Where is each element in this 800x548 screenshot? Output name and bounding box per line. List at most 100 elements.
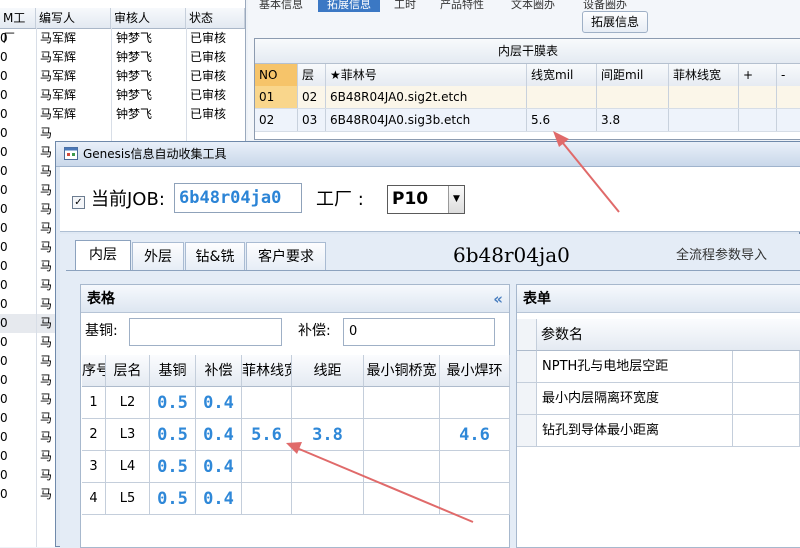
grid-cell[interactable] (292, 387, 364, 419)
form-row[interactable]: 最小内层隔离环宽度 (517, 383, 800, 415)
grid-cell[interactable]: 3.8 (292, 419, 364, 451)
list-cell: 马 (40, 183, 53, 197)
grid-cell[interactable]: 3 (82, 451, 106, 483)
column-status[interactable]: 状态 (186, 8, 245, 28)
bg-tab-product[interactable]: 产品特性 (432, 0, 492, 12)
grid-col-min-copper-bridge[interactable]: 最小铜桥宽 (364, 355, 440, 387)
grid-cell[interactable]: 1 (82, 387, 106, 419)
table-row[interactable]: 02 03 6B48R04JA0.sig3b.etch 5.6 3.8 (255, 109, 800, 132)
grid-cell[interactable]: L3 (106, 419, 150, 451)
grid-cell[interactable]: 5.6 (242, 419, 292, 451)
grid-cell[interactable]: 0.4 (196, 387, 242, 419)
grid-cell[interactable] (364, 451, 440, 483)
job-input[interactable]: 6b48r04ja0 (174, 183, 302, 213)
grid-col-index[interactable]: 序号 (82, 355, 106, 387)
grid-cell[interactable] (364, 483, 440, 515)
col-plus[interactable]: + (739, 64, 777, 86)
factory-select[interactable]: P10 ▼ (387, 185, 465, 214)
grid-col-compensation[interactable]: 补偿 (196, 355, 242, 387)
form-col-param[interactable]: 参数名 (537, 319, 800, 351)
list-cell: 马军辉 (40, 69, 77, 83)
table-row[interactable]: 01 02 6B48R04JA0.sig2t.etch (255, 86, 800, 109)
grid-cell[interactable] (242, 387, 292, 419)
col-no[interactable]: NO (255, 64, 298, 86)
grid-cell[interactable]: 0.4 (196, 483, 242, 515)
col-film-no[interactable]: ★菲林号 (326, 64, 527, 86)
bg-tab-extended[interactable]: 拓展信息 (318, 0, 380, 12)
list-cell: 0 (0, 240, 8, 254)
compensation-field[interactable]: 0 (343, 318, 495, 346)
grid-cell[interactable]: L5 (106, 483, 150, 515)
collapse-icon[interactable]: « (493, 285, 503, 313)
table-row[interactable]: 1 L2 0.5 0.4 (82, 387, 510, 419)
grid-cell[interactable]: 0.4 (196, 419, 242, 451)
col-line-width[interactable]: 线宽mil (527, 64, 597, 86)
grid-cell[interactable]: 0.5 (150, 387, 196, 419)
import-link[interactable]: 全流程参数导入 (676, 246, 767, 266)
column-reviewer[interactable]: 审核人 (111, 8, 186, 28)
list-cell: 马 (40, 411, 53, 425)
bg-tab-text[interactable]: 文本圈办 (502, 0, 564, 12)
grid-cell[interactable] (242, 451, 292, 483)
job-checkbox[interactable]: ✓ (72, 196, 85, 209)
grid-col-base-copper[interactable]: 基铜 (150, 355, 196, 387)
grid-col-film-width[interactable]: 菲林线宽 (242, 355, 292, 387)
grid-cell[interactable] (440, 451, 510, 483)
tab-outer-layer[interactable]: 外层 (132, 242, 184, 270)
grid-cell[interactable]: L2 (106, 387, 150, 419)
background-list-header: M工厂 编写人 审核人 状态 (0, 8, 245, 45)
base-copper-field[interactable] (129, 318, 282, 346)
grid-col-spacing[interactable]: 线距 (292, 355, 364, 387)
grid-cell[interactable] (292, 451, 364, 483)
bg-tab-basic[interactable]: 基本信息 (250, 0, 312, 12)
list-cell: 马 (40, 449, 53, 463)
cell-minus (777, 109, 800, 131)
column-factory[interactable]: M工厂 (0, 8, 36, 45)
list-cell: 马 (40, 259, 53, 273)
form-param-value[interactable] (733, 351, 800, 383)
grid-cell[interactable] (364, 387, 440, 419)
list-cell: 已审核 (190, 50, 227, 64)
list-cell: 马 (40, 373, 53, 387)
grid-cell[interactable]: 0.5 (150, 483, 196, 515)
list-cell: 马 (40, 164, 53, 178)
grid-cell[interactable] (440, 483, 510, 515)
grid-cell[interactable]: 0.5 (150, 419, 196, 451)
grid-cell[interactable]: 2 (82, 419, 106, 451)
grid-cell[interactable]: 4 (82, 483, 106, 515)
table-row[interactable]: 4 L5 0.5 0.4 (82, 483, 510, 515)
col-spacing[interactable]: 间距mil (597, 64, 669, 86)
grid-cell[interactable] (440, 387, 510, 419)
form-row[interactable]: NPTH孔与电地层空距 (517, 351, 800, 383)
table-row[interactable]: 2 L3 0.5 0.4 5.6 3.8 4.6 (82, 419, 510, 451)
grid-cell[interactable] (364, 419, 440, 451)
table-panel-title: 表格 (87, 291, 115, 307)
column-author[interactable]: 编写人 (36, 8, 111, 28)
chevron-down-icon[interactable]: ▼ (448, 186, 464, 213)
tab-customer-requirements[interactable]: 客户要求 (246, 242, 326, 270)
col-film-width[interactable]: 菲林线宽 (669, 64, 739, 86)
grid-cell[interactable]: 0.5 (150, 451, 196, 483)
tab-drill-mill[interactable]: 钻&铣 (185, 242, 245, 270)
form-param-name: 钻孔到导体最小距离 (537, 415, 733, 447)
tab-inner-layer[interactable]: 内层 (75, 240, 131, 271)
table-panel: 表格 « 基铜: 补偿: 0 序号 层名 基铜 补偿 菲林线宽 线距 最小铜桥宽… (80, 284, 510, 548)
form-param-value[interactable] (733, 383, 800, 415)
grid-cell[interactable] (292, 483, 364, 515)
list-cell: 0 (0, 107, 8, 121)
bg-tab-hours[interactable]: 工时 (386, 0, 424, 12)
grid-col-min-ring[interactable]: 最小焊环 (440, 355, 510, 387)
grid-cell[interactable] (242, 483, 292, 515)
col-layer[interactable]: 层 (298, 64, 326, 86)
grid-cell[interactable]: 4.6 (440, 419, 510, 451)
dialog-titlebar[interactable]: Genesis信息自动收集工具 (56, 142, 800, 167)
table-row[interactable]: 3 L4 0.5 0.4 (82, 451, 510, 483)
grid-col-layer[interactable]: 层名 (106, 355, 150, 387)
grid-cell[interactable]: 0.4 (196, 451, 242, 483)
grid-cell[interactable]: L4 (106, 451, 150, 483)
list-cell: 马军辉 (40, 50, 77, 64)
cell-spacing: 3.8 (597, 109, 669, 131)
form-row[interactable]: 钻孔到导体最小距离 (517, 415, 800, 447)
form-param-value[interactable] (733, 415, 800, 447)
col-minus[interactable]: - (777, 64, 800, 86)
